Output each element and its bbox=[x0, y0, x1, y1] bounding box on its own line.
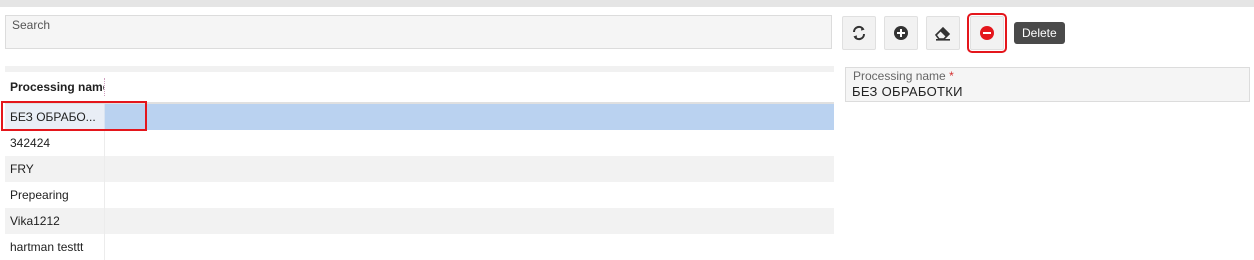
row-name-cell[interactable]: Prepearing bbox=[5, 182, 105, 208]
delete-tooltip: Delete bbox=[1014, 22, 1065, 44]
table-row[interactable]: БЕЗ ОБРАБО... bbox=[5, 104, 834, 130]
processing-name-field[interactable]: Processing name * БЕЗ ОБРАБОТКИ bbox=[845, 67, 1250, 102]
row-name-cell[interactable]: hartman testtt bbox=[5, 234, 105, 260]
eraser-icon bbox=[934, 26, 951, 41]
row-name-cell[interactable]: Vika1212 bbox=[5, 208, 105, 234]
table-header: Processing name bbox=[5, 72, 834, 104]
clear-button[interactable] bbox=[926, 16, 960, 50]
minus-circle-icon bbox=[980, 26, 994, 40]
table-row[interactable]: Vika1212 bbox=[5, 208, 834, 234]
table-row[interactable]: Prepearing bbox=[5, 182, 834, 208]
row-name-cell[interactable]: FRY bbox=[5, 156, 105, 182]
table-row[interactable]: 342424 bbox=[5, 130, 834, 156]
top-bar bbox=[0, 0, 1254, 7]
plus-circle-icon bbox=[894, 26, 908, 40]
delete-button[interactable] bbox=[967, 13, 1007, 53]
table-row[interactable]: FRY bbox=[5, 156, 834, 182]
add-button[interactable] bbox=[884, 16, 918, 50]
processing-name-label: Processing name * bbox=[853, 69, 954, 83]
table-row[interactable]: hartman testtt bbox=[5, 234, 834, 260]
refresh-button[interactable] bbox=[842, 16, 876, 50]
processing-name-value[interactable]: БЕЗ ОБРАБОТКИ bbox=[852, 84, 963, 99]
row-name-cell[interactable]: 342424 bbox=[5, 130, 105, 156]
search-label: Search bbox=[12, 18, 51, 32]
refresh-icon bbox=[852, 25, 866, 41]
column-header-processing-name[interactable]: Processing name bbox=[5, 78, 105, 96]
required-mark: * bbox=[949, 69, 954, 83]
search-input[interactable]: Search bbox=[5, 15, 832, 49]
processing-table: Processing name БЕЗ ОБРАБО... 342424 FRY… bbox=[5, 66, 834, 260]
row-name-cell[interactable]: БЕЗ ОБРАБО... bbox=[5, 104, 105, 130]
